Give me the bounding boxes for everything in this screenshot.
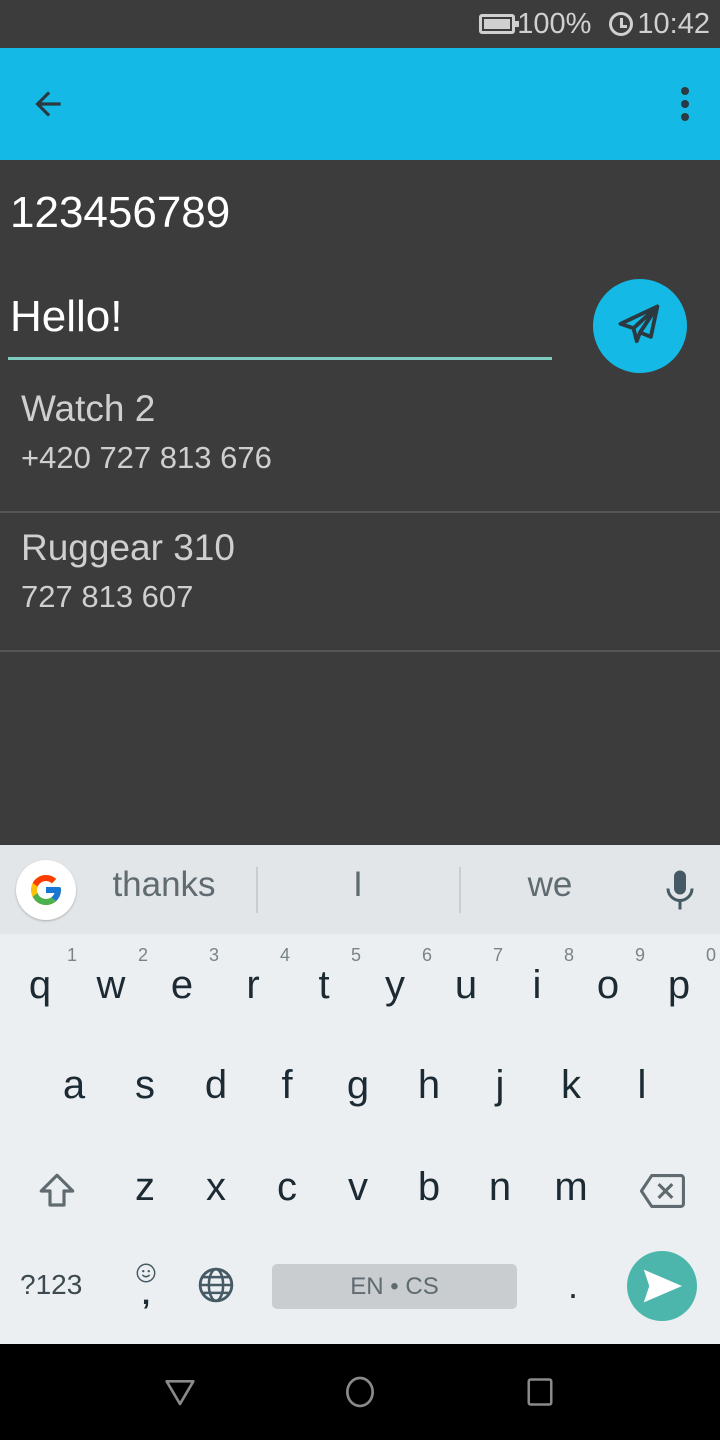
key-i[interactable]: i8 [502, 945, 574, 1008]
message-field [8, 285, 552, 360]
nav-home-button[interactable] [336, 1368, 384, 1416]
arrow-back-icon [35, 91, 61, 117]
key-number-hint: 0 [705, 945, 716, 965]
shift-key[interactable] [33, 1167, 81, 1215]
key-m[interactable]: m [536, 1165, 606, 1210]
space-key-label: EN • CS [350, 1272, 439, 1300]
key-q[interactable]: q1 [5, 945, 77, 1008]
key-k[interactable]: k [536, 1063, 606, 1108]
key-o[interactable]: o9 [573, 945, 645, 1008]
key-p[interactable]: p0 [644, 945, 716, 1008]
key-w[interactable]: w2 [76, 945, 148, 1008]
suggestion-bar: thanks I we [0, 845, 720, 934]
key-l[interactable]: l [607, 1063, 677, 1108]
key-c[interactable]: c [252, 1165, 322, 1210]
suggestion-divider [459, 867, 461, 913]
key-x[interactable]: x [181, 1165, 251, 1210]
key-u[interactable]: u7 [431, 945, 503, 1008]
app-bar [0, 48, 720, 160]
suggestion[interactable]: thanks [100, 865, 228, 905]
comma-emoji-key[interactable]: , [128, 1258, 164, 1310]
google-logo-button[interactable] [16, 860, 76, 920]
back-button[interactable] [20, 76, 76, 132]
more-vert-icon [681, 87, 689, 95]
send-button[interactable] [593, 279, 687, 373]
backspace-key[interactable] [636, 1167, 688, 1215]
key-label: r [246, 963, 260, 1007]
square-recents-icon [527, 1378, 553, 1406]
key-h[interactable]: h [394, 1063, 464, 1108]
key-label: e [170, 963, 194, 1007]
shift-icon [39, 1173, 75, 1207]
key-s[interactable]: s [110, 1063, 180, 1108]
contact-phone: 727 813 607 [21, 579, 194, 614]
contact-name: Ruggear 310 [21, 527, 235, 568]
circle-home-icon [346, 1376, 374, 1408]
navigation-bar [0, 1344, 720, 1440]
key-label: u [454, 963, 478, 1007]
key-v[interactable]: v [323, 1165, 393, 1210]
key-label: i [532, 963, 542, 1007]
symbols-key[interactable]: ?123 [20, 1269, 82, 1301]
message-input[interactable] [8, 285, 552, 357]
paper-plane-icon [618, 304, 660, 344]
key-z[interactable]: z [110, 1165, 180, 1210]
globe-icon [198, 1267, 234, 1303]
nav-back-button[interactable] [156, 1368, 204, 1416]
keyboard: thanks I we q1w2e3r4t5y6u7i8o9p0 asdfghj… [0, 845, 720, 1344]
triangle-back-icon [165, 1380, 195, 1406]
send-arrow-icon [643, 1269, 682, 1303]
key-f[interactable]: f [252, 1063, 322, 1108]
language-key[interactable] [194, 1263, 238, 1307]
contact-phone: +420 727 813 676 [21, 440, 272, 475]
time: 10:42 [637, 7, 710, 40]
suggestion[interactable]: I [296, 865, 420, 905]
space-key[interactable]: EN • CS [272, 1264, 517, 1309]
key-label: t [318, 963, 330, 1007]
key-d[interactable]: d [181, 1063, 251, 1108]
enter-send-key[interactable] [627, 1251, 697, 1321]
google-g-icon [31, 875, 61, 905]
recipient-number: 123456789 [10, 188, 231, 237]
backspace-icon [639, 1174, 685, 1208]
key-label: o [596, 963, 620, 1007]
key-label: p [667, 963, 691, 1007]
battery-level: 100% [517, 7, 592, 40]
key-a[interactable]: a [39, 1063, 109, 1108]
key-e[interactable]: e3 [147, 945, 219, 1008]
key-n[interactable]: n [465, 1165, 535, 1210]
key-t[interactable]: t5 [289, 945, 361, 1008]
comma-label: , [141, 1278, 151, 1311]
clock: 10:42 [609, 8, 710, 41]
key-r[interactable]: r4 [218, 945, 290, 1008]
status-bar: 100% 10:42 [0, 0, 720, 48]
key-j[interactable]: j [465, 1063, 535, 1108]
key-y[interactable]: y6 [360, 945, 432, 1008]
suggestion[interactable]: we [490, 865, 610, 905]
microphone-icon [666, 870, 694, 910]
key-label: q [28, 963, 52, 1007]
alarm-clock-icon [609, 12, 634, 36]
contact-name: Watch 2 [21, 388, 156, 429]
overflow-menu-button[interactable] [670, 76, 700, 132]
key-label: w [96, 963, 126, 1007]
voice-input-button[interactable] [662, 867, 698, 913]
period-label: . [567, 1265, 578, 1306]
battery-icon [479, 14, 520, 34]
period-key[interactable]: . [538, 1265, 608, 1307]
key-label: y [385, 963, 405, 1007]
contact-item[interactable]: Ruggear 310 727 813 607 [0, 513, 720, 652]
battery-indicator: 100% [479, 8, 591, 41]
suggestion-divider [256, 867, 258, 913]
key-b[interactable]: b [394, 1165, 464, 1210]
key-g[interactable]: g [323, 1063, 393, 1108]
contact-item[interactable]: Watch 2 +420 727 813 676 [0, 374, 720, 513]
nav-recents-button[interactable] [516, 1368, 564, 1416]
